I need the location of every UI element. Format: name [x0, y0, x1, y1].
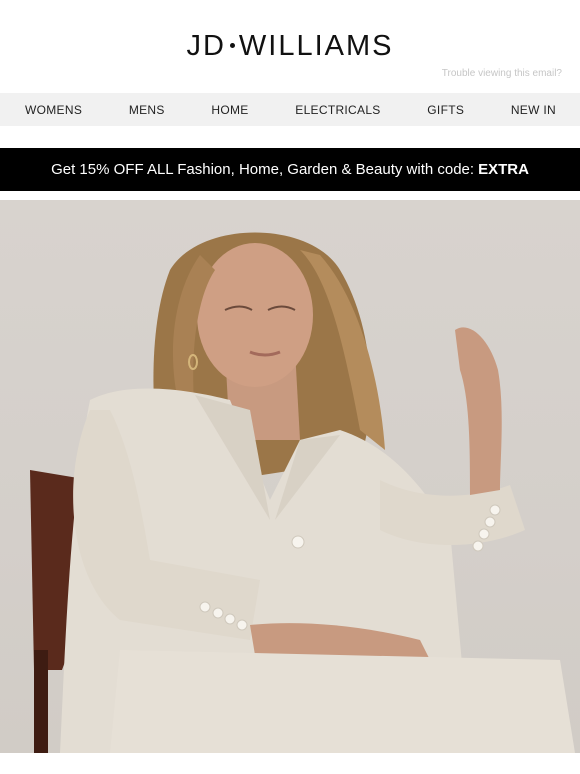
nav-electricals[interactable]: ELECTRICALS: [295, 103, 380, 117]
promo-banner[interactable]: Get 15% OFF ALL Fashion, Home, Garden & …: [0, 148, 580, 191]
chair-leg: [34, 650, 48, 753]
hero-photo-illustration: [30, 232, 575, 753]
nav-womens[interactable]: WOMENS: [25, 103, 82, 117]
brand-logo[interactable]: JD WILLIAMS: [0, 30, 580, 63]
nav-mens[interactable]: MENS: [129, 103, 165, 117]
face: [197, 243, 313, 387]
nav-home[interactable]: HOME: [211, 103, 248, 117]
promo-text: Get 15% OFF ALL Fashion, Home, Garden & …: [51, 161, 475, 178]
trouble-viewing-link[interactable]: Trouble viewing this email?: [442, 68, 562, 79]
brand-logo-right: WILLIAMS: [238, 30, 394, 62]
nav-gifts[interactable]: GIFTS: [427, 103, 464, 117]
raised-hand: [455, 327, 502, 495]
brand-logo-left: JD: [186, 30, 226, 62]
right-sleeve: [380, 480, 525, 545]
nav-new-in[interactable]: NEW IN: [511, 103, 556, 117]
hero-image[interactable]: [0, 200, 580, 753]
promo-code: EXTRA: [478, 161, 529, 178]
logo-dot: [229, 42, 235, 48]
trousers: [110, 650, 575, 753]
main-nav: WOMENS MENS HOME ELECTRICALS GIFTS NEW I…: [0, 93, 580, 126]
